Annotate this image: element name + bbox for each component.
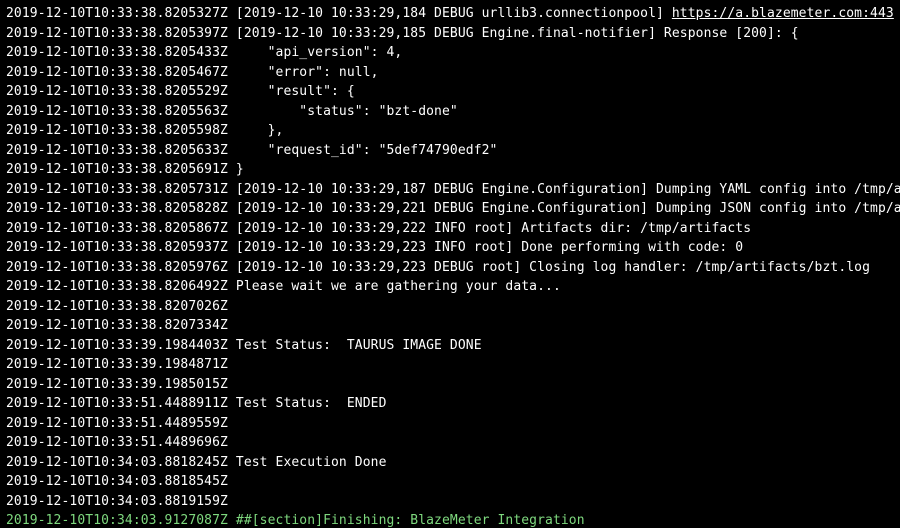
log-timestamp: 2019-12-10T10:33:39.1984403Z: [6, 338, 228, 353]
log-line: 2019-12-10T10:33:38.8207334Z: [6, 316, 894, 336]
log-timestamp: 2019-12-10T10:33:51.4488911Z: [6, 396, 228, 411]
log-timestamp: 2019-12-10T10:33:38.8205867Z: [6, 221, 228, 236]
terminal-output[interactable]: 2019-12-10T10:33:38.8205327Z [2019-12-10…: [0, 0, 900, 528]
log-timestamp: 2019-12-10T10:33:38.8205828Z: [6, 201, 228, 216]
log-line: 2019-12-10T10:33:38.8207026Z: [6, 297, 894, 317]
log-link[interactable]: https://a.blazemeter.com:443: [672, 6, 894, 21]
log-line: 2019-12-10T10:34:03.8818545Z: [6, 472, 894, 492]
log-timestamp: 2019-12-10T10:33:38.8205563Z: [6, 104, 228, 119]
log-line: 2019-12-10T10:33:38.8205976Z [2019-12-10…: [6, 258, 894, 278]
log-line: 2019-12-10T10:34:03.8819159Z: [6, 492, 894, 512]
log-line: 2019-12-10T10:33:39.1985015Z: [6, 375, 894, 395]
log-line: 2019-12-10T10:33:38.8205467Z "error": nu…: [6, 63, 894, 83]
log-body: [2019-12-10 10:33:29,185 DEBUG Engine.fi…: [236, 26, 799, 41]
log-body: "status": "bzt-done": [236, 104, 458, 119]
log-body: Test Execution Done: [236, 455, 387, 470]
log-line: 2019-12-10T10:33:38.8205327Z [2019-12-10…: [6, 4, 894, 24]
log-line: 2019-12-10T10:33:51.4488911Z Test Status…: [6, 394, 894, 414]
log-line: 2019-12-10T10:33:38.8205937Z [2019-12-10…: [6, 238, 894, 258]
log-line: 2019-12-10T10:33:38.8205433Z "api_versio…: [6, 43, 894, 63]
log-timestamp: 2019-12-10T10:33:38.8205467Z: [6, 65, 228, 80]
log-timestamp: 2019-12-10T10:33:39.1984871Z: [6, 357, 228, 372]
log-line: 2019-12-10T10:33:38.8205598Z },: [6, 121, 894, 141]
log-timestamp: 2019-12-10T10:33:51.4489696Z: [6, 435, 228, 450]
log-body: Test Status: ENDED: [236, 396, 387, 411]
log-timestamp: 2019-12-10T10:33:38.8206492Z: [6, 279, 228, 294]
log-timestamp: 2019-12-10T10:33:38.8205598Z: [6, 123, 228, 138]
log-body: [2019-12-10 10:33:29,222 INFO root] Arti…: [236, 221, 751, 236]
log-timestamp: 2019-12-10T10:33:38.8205433Z: [6, 45, 228, 60]
log-body: Test Status: TAURUS IMAGE DONE: [236, 338, 482, 353]
log-timestamp: 2019-12-10T10:33:38.8207334Z: [6, 318, 228, 333]
log-line: 2019-12-10T10:33:38.8205563Z "status": "…: [6, 102, 894, 122]
log-timestamp: 2019-12-10T10:33:38.8205327Z: [6, 6, 228, 21]
log-body: [2019-12-10 10:33:29,187 DEBUG Engine.Co…: [236, 182, 900, 197]
log-timestamp: 2019-12-10T10:33:38.8205397Z: [6, 26, 228, 41]
log-timestamp: 2019-12-10T10:34:03.8818545Z: [6, 474, 228, 489]
log-timestamp: 2019-12-10T10:33:39.1985015Z: [6, 377, 228, 392]
log-body: "result": {: [236, 84, 355, 99]
log-timestamp: 2019-12-10T10:34:03.8818245Z: [6, 455, 228, 470]
log-line: 2019-12-10T10:33:38.8205691Z }: [6, 160, 894, 180]
log-body: }: [236, 162, 244, 177]
log-body: },: [236, 123, 284, 138]
log-body: [2019-12-10 10:33:29,223 DEBUG root] Clo…: [236, 260, 870, 275]
log-body: Please wait we are gathering your data..…: [236, 279, 561, 294]
log-timestamp: 2019-12-10T10:33:38.8205937Z: [6, 240, 228, 255]
log-timestamp: 2019-12-10T10:33:38.8207026Z: [6, 299, 228, 314]
log-line: 2019-12-10T10:33:38.8205828Z [2019-12-10…: [6, 199, 894, 219]
log-line: 2019-12-10T10:33:38.8205529Z "result": {: [6, 82, 894, 102]
log-body: "request_id": "5def74790edf2": [236, 143, 498, 158]
log-line: 2019-12-10T10:33:38.8205867Z [2019-12-10…: [6, 219, 894, 239]
log-line: 2019-12-10T10:33:38.8205731Z [2019-12-10…: [6, 180, 894, 200]
log-body: [2019-12-10 10:33:29,184 DEBUG urllib3.c…: [236, 6, 672, 21]
log-body: "error": null,: [236, 65, 379, 80]
log-line: 2019-12-10T10:33:38.8206492Z Please wait…: [6, 277, 894, 297]
log-timestamp: 2019-12-10T10:33:38.8205529Z: [6, 84, 228, 99]
log-body: ##[section]Finishing: BlazeMeter Integra…: [236, 513, 585, 528]
log-timestamp: 2019-12-10T10:33:38.8205633Z: [6, 143, 228, 158]
log-timestamp: 2019-12-10T10:34:03.9127087Z: [6, 513, 228, 528]
log-body: [2019-12-10 10:33:29,223 INFO root] Done…: [236, 240, 743, 255]
log-line: 2019-12-10T10:33:38.8205633Z "request_id…: [6, 141, 894, 161]
log-timestamp: 2019-12-10T10:34:03.8819159Z: [6, 494, 228, 509]
log-timestamp: 2019-12-10T10:33:38.8205976Z: [6, 260, 228, 275]
log-line: 2019-12-10T10:33:38.8205397Z [2019-12-10…: [6, 24, 894, 44]
log-line: 2019-12-10T10:34:03.9127087Z ##[section]…: [6, 511, 894, 528]
log-line: 2019-12-10T10:33:39.1984871Z: [6, 355, 894, 375]
log-timestamp: 2019-12-10T10:33:38.8205731Z: [6, 182, 228, 197]
log-line: 2019-12-10T10:33:39.1984403Z Test Status…: [6, 336, 894, 356]
log-line: 2019-12-10T10:33:51.4489696Z: [6, 433, 894, 453]
log-body: "api_version": 4,: [236, 45, 402, 60]
log-line: 2019-12-10T10:34:03.8818245Z Test Execut…: [6, 453, 894, 473]
log-timestamp: 2019-12-10T10:33:38.8205691Z: [6, 162, 228, 177]
log-body: [2019-12-10 10:33:29,221 DEBUG Engine.Co…: [236, 201, 900, 216]
log-timestamp: 2019-12-10T10:33:51.4489559Z: [6, 416, 228, 431]
log-tail: ": [894, 6, 900, 21]
log-line: 2019-12-10T10:33:51.4489559Z: [6, 414, 894, 434]
